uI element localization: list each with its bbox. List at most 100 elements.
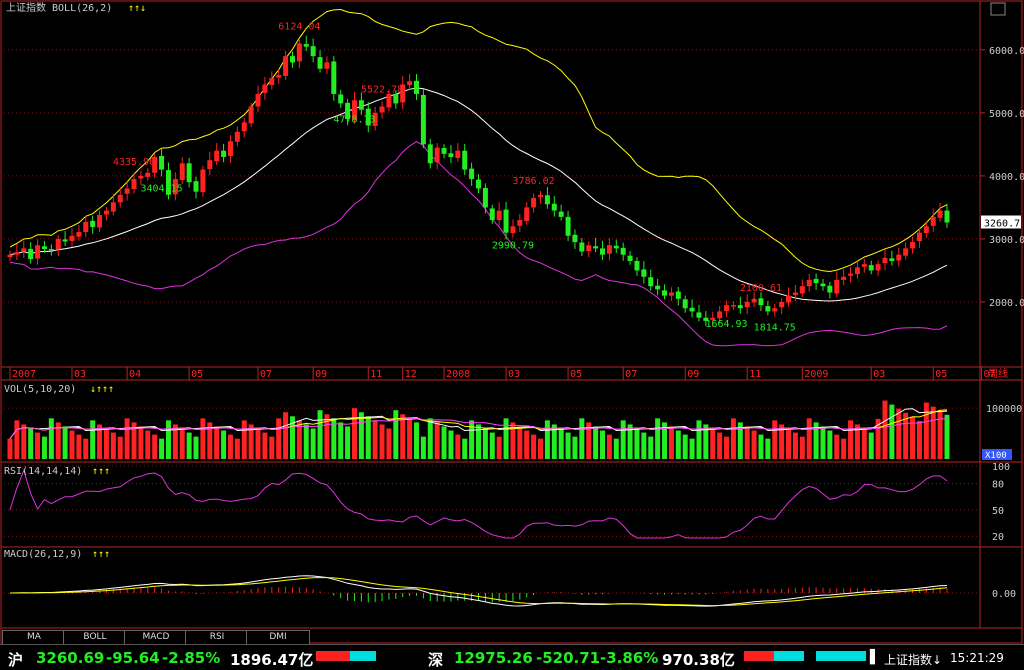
- volume-bar-down: [221, 430, 227, 459]
- index-select[interactable]: 上证指数↓: [884, 651, 942, 668]
- candle-down: [476, 179, 481, 189]
- volume-bar-up: [923, 402, 929, 459]
- volume-bar-down: [345, 426, 351, 459]
- volume-bar-up: [496, 436, 502, 459]
- candle-up: [538, 194, 544, 197]
- volume-bar-up: [792, 432, 798, 459]
- candle-down: [221, 150, 227, 157]
- candle-up: [76, 231, 82, 237]
- candle-up: [179, 163, 185, 181]
- sz-change: -520.71: [536, 649, 601, 667]
- tab-boll[interactable]: BOLL: [63, 630, 127, 645]
- volume-bar-down: [593, 426, 599, 459]
- grid: [0, 0, 1023, 644]
- candle-down: [813, 278, 819, 284]
- candle-down: [565, 216, 571, 236]
- time-label: 09: [687, 369, 699, 380]
- time-label: 2008: [446, 369, 470, 380]
- period-label: 周线: [988, 367, 1008, 380]
- volume-bar-down: [420, 436, 426, 459]
- candle-down: [613, 245, 619, 249]
- price-annotation: 1664.93: [705, 319, 747, 330]
- volume-bar-down: [613, 438, 619, 459]
- candle-up: [910, 242, 916, 249]
- volume-bar-down: [641, 432, 647, 459]
- vol-unit-label: X100: [985, 451, 1007, 461]
- candle-up: [930, 216, 936, 226]
- candle-down: [159, 155, 165, 170]
- candle-up: [875, 264, 881, 271]
- time-label: 04: [129, 369, 141, 380]
- volume-bar-up: [407, 418, 413, 459]
- candle-down: [303, 44, 309, 47]
- candle-up: [882, 257, 888, 264]
- candle-down: [489, 208, 495, 221]
- candle-down: [427, 144, 433, 164]
- volume-bar-up: [806, 418, 812, 459]
- volume-bar-down: [28, 428, 34, 459]
- candle-up: [207, 160, 213, 170]
- candle-down: [620, 247, 626, 255]
- candle-up: [83, 221, 89, 232]
- candle-up: [138, 175, 144, 179]
- volume-bar-up: [668, 426, 674, 459]
- status-bar: 沪 3260.69 -95.64 -2.85% 1896.47亿 深 12975…: [0, 644, 1024, 669]
- tab-macd[interactable]: MACD: [124, 630, 188, 645]
- rsi-tick-label: 80: [992, 480, 1004, 491]
- candle-down: [462, 150, 468, 170]
- candle-up: [792, 292, 798, 296]
- volume-bar-up: [241, 420, 247, 459]
- alert-icon[interactable]: ▌: [870, 650, 880, 665]
- volume-bar-up: [372, 420, 378, 459]
- volume-bar-down: [90, 420, 96, 459]
- candle-up: [55, 238, 61, 250]
- candle-down: [28, 248, 34, 260]
- volume-bar-up: [786, 428, 792, 459]
- volume-bar-down: [565, 432, 571, 459]
- volume-bar-down: [317, 410, 323, 459]
- volume-bar-up: [76, 434, 82, 459]
- candle-up: [407, 81, 413, 85]
- sz-amount: 970.38亿: [662, 651, 735, 669]
- volume-bar-up: [14, 420, 20, 459]
- volume-bar-up: [386, 428, 392, 459]
- volume-bar-up: [145, 430, 151, 459]
- candle-down: [62, 239, 68, 242]
- candle-up: [524, 207, 530, 222]
- tab-dmi[interactable]: DMI: [246, 630, 310, 645]
- candle-down: [827, 285, 833, 293]
- candle-down: [193, 181, 199, 192]
- macd-panel-title: MACD(26,12,9): [4, 549, 82, 560]
- sz-pct: -3.86%: [600, 649, 659, 667]
- volume-bar-down: [489, 432, 495, 459]
- tab-rsi[interactable]: RSI: [185, 630, 249, 645]
- time-label: 11: [749, 369, 761, 380]
- candle-down: [944, 210, 950, 223]
- price-annotation: 5522.78: [361, 85, 403, 96]
- volume-bar-up: [772, 420, 778, 459]
- candle-down: [482, 187, 488, 208]
- sz-price: 12975.26: [454, 649, 533, 667]
- volume-bar-up: [930, 406, 936, 459]
- volume-bar-down: [689, 438, 695, 459]
- candle-down: [579, 242, 585, 252]
- candle-down: [765, 306, 771, 312]
- candle-up: [379, 106, 385, 113]
- volume-bar-down: [393, 410, 399, 459]
- candle-down: [317, 57, 323, 69]
- candle-down: [331, 61, 337, 94]
- volume-bar-down: [827, 430, 833, 459]
- candle-up: [324, 62, 330, 69]
- price-tick-label: 2000.0: [989, 298, 1024, 309]
- time-label: 2009: [804, 369, 828, 380]
- time-label: 03: [74, 369, 86, 380]
- price-annotation: 4335.96: [113, 157, 155, 168]
- tab-ma[interactable]: MA: [2, 630, 66, 645]
- macd-panel-markers: ↑↑↑: [92, 549, 110, 560]
- candle-down: [634, 260, 640, 271]
- price-annotation: 3786.02: [513, 176, 555, 187]
- volume-bar-up: [283, 412, 289, 459]
- candle-up: [7, 254, 13, 258]
- boll-upper-line: [9, 8, 948, 273]
- candle-down: [662, 290, 668, 296]
